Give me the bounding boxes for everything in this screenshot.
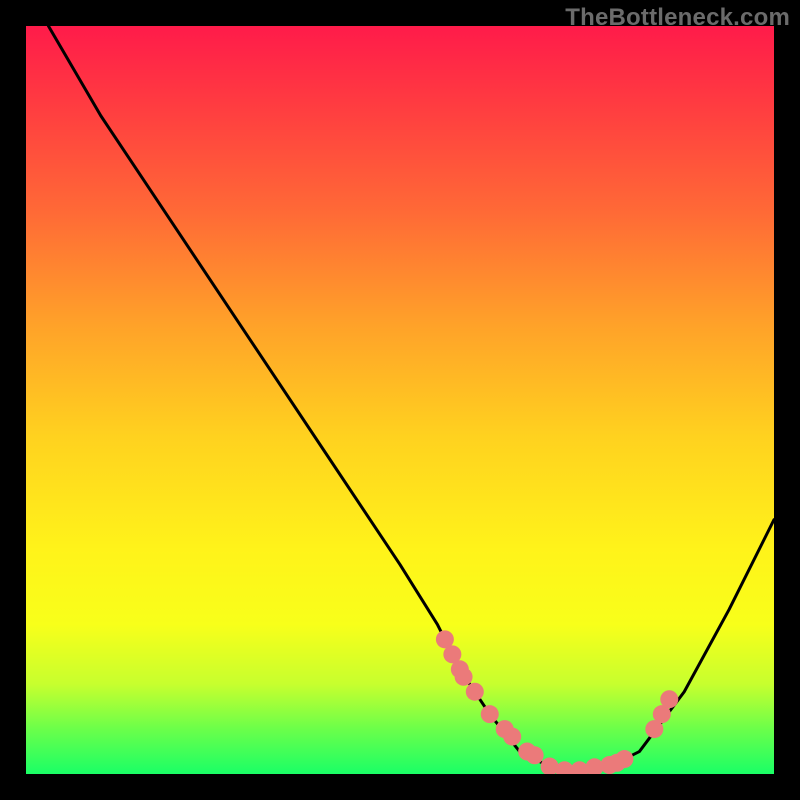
data-point: [455, 668, 473, 686]
marker-layer: [436, 630, 678, 774]
data-point: [466, 683, 484, 701]
data-point: [615, 750, 633, 768]
plot-area: [26, 26, 774, 774]
chart-container: TheBottleneck.com: [0, 0, 800, 800]
data-point: [660, 690, 678, 708]
bottleneck-curve: [48, 26, 774, 770]
chart-svg: [26, 26, 774, 774]
curve-layer: [48, 26, 774, 770]
data-point: [526, 746, 544, 764]
data-point: [481, 705, 499, 723]
data-point: [503, 728, 521, 746]
watermark-text: TheBottleneck.com: [565, 4, 790, 32]
